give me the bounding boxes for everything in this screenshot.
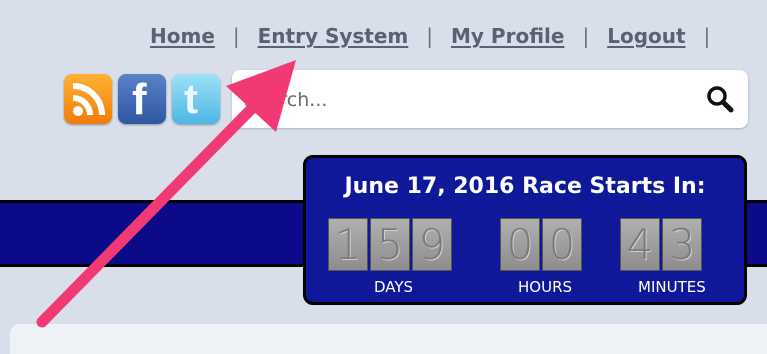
- facebook-icon[interactable]: f: [118, 74, 166, 124]
- search-box: [232, 70, 748, 128]
- nav-separator: |: [426, 24, 434, 48]
- social-links: f t: [64, 74, 220, 124]
- minutes-digits: 4 3: [620, 218, 702, 271]
- nav-separator: |: [232, 24, 240, 48]
- nav-link-entry-system[interactable]: Entry System: [258, 24, 409, 48]
- countdown-title: June 17, 2016 Race Starts In:: [344, 174, 706, 199]
- nav-link-logout[interactable]: Logout: [607, 24, 685, 48]
- digit: 9: [412, 218, 452, 271]
- nav-link-my-profile[interactable]: My Profile: [451, 24, 564, 48]
- twitter-icon[interactable]: t: [172, 74, 220, 124]
- search-icon[interactable]: [706, 85, 734, 117]
- nav-link-home[interactable]: Home: [150, 24, 215, 48]
- nav-separator: |: [703, 24, 711, 48]
- digit: 4: [620, 218, 660, 271]
- hours-digits: 0 0: [500, 218, 582, 271]
- top-nav: Home | Entry System | My Profile | Logou…: [150, 20, 728, 52]
- race-countdown: June 17, 2016 Race Starts In: 1 5 9 0 0 …: [303, 155, 747, 305]
- digit: 1: [328, 218, 368, 271]
- digit: 0: [500, 218, 540, 271]
- search-input[interactable]: [242, 82, 686, 118]
- digit: 0: [542, 218, 582, 271]
- hours-label: HOURS: [518, 278, 573, 296]
- days-label: DAYS: [374, 278, 414, 296]
- content-panel: [10, 324, 767, 354]
- rss-icon[interactable]: [64, 74, 112, 124]
- minutes-label: MINUTES: [638, 278, 706, 296]
- digit: 3: [662, 218, 702, 271]
- digit: 5: [370, 218, 410, 271]
- days-digits: 1 5 9: [328, 218, 452, 271]
- nav-separator: |: [582, 24, 590, 48]
